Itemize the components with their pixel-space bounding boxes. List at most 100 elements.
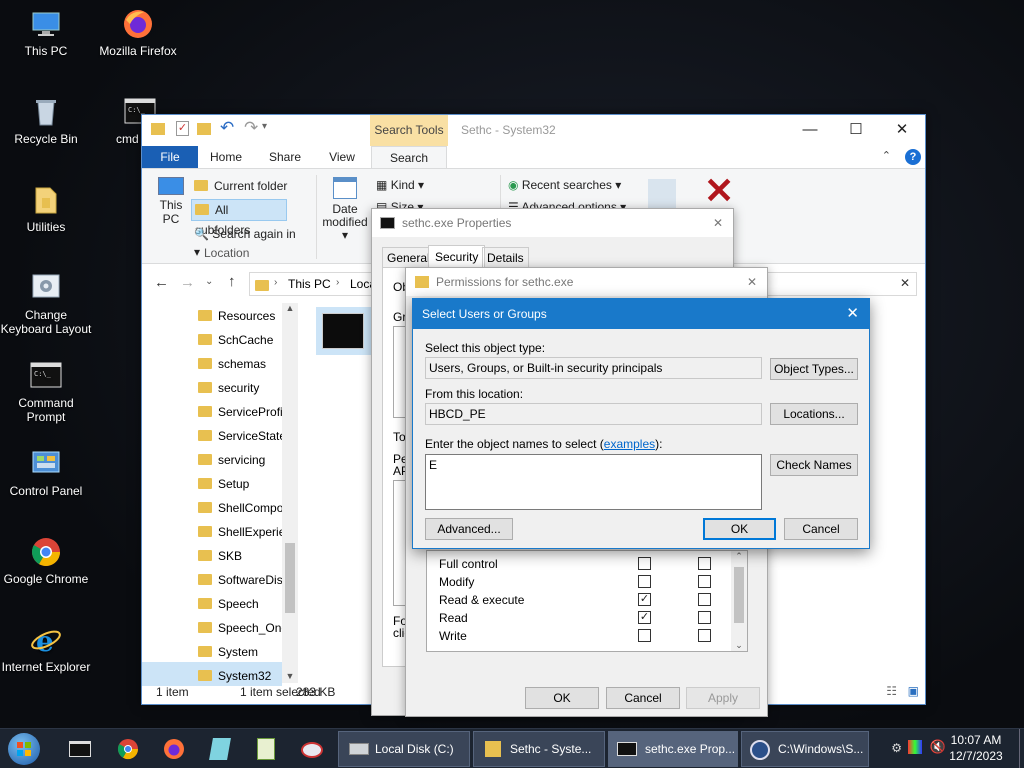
scrollbar-thumb[interactable] — [285, 543, 295, 613]
maximize-icon[interactable]: ☐ — [833, 115, 879, 145]
recent-searches-button[interactable]: ◉ Recent searches ▾ — [508, 178, 621, 192]
tab-file[interactable]: File — [142, 146, 198, 168]
desktop-icon-internet-explorer[interactable]: e Internet Explorer — [0, 624, 92, 674]
close-icon[interactable]: ✕ — [747, 268, 757, 296]
nav-item[interactable]: System — [198, 640, 282, 664]
undo-icon[interactable]: ↶ — [220, 118, 234, 138]
cancel-button[interactable]: Cancel — [784, 518, 858, 540]
quick-access-dropdown-icon[interactable]: ▾ — [262, 121, 267, 132]
up-arrow-icon[interactable]: ↑ — [228, 273, 236, 290]
breadcrumb-this-pc[interactable]: This PC — [288, 277, 331, 291]
nav-item[interactable]: servicing — [198, 448, 282, 472]
taskbar-notepad-pin[interactable] — [246, 733, 286, 765]
tab-home[interactable]: Home — [198, 146, 254, 168]
ok-button[interactable]: OK — [703, 518, 776, 540]
nav-scrollbar[interactable]: ▲ ▼ — [282, 303, 298, 683]
minimize-icon[interactable]: — — [787, 115, 833, 145]
redo-icon[interactable]: ↷ — [244, 118, 258, 138]
nav-item[interactable]: Setup — [198, 472, 282, 496]
close-icon[interactable]: ✕ — [713, 209, 723, 237]
permissions-ok-button[interactable]: OK — [525, 687, 599, 709]
tab-share[interactable]: Share — [256, 146, 314, 168]
allow-checkbox[interactable]: ✓ — [638, 611, 651, 624]
forward-arrow-icon[interactable]: → — [180, 274, 195, 291]
advanced-button[interactable]: Advanced... — [425, 518, 513, 540]
taskbar-notes-pin[interactable] — [200, 733, 240, 765]
deny-checkbox[interactable] — [698, 629, 711, 642]
tab-view[interactable]: View — [314, 146, 370, 168]
clear-search-icon[interactable]: ✕ — [900, 276, 910, 290]
object-types-button[interactable]: Object Types... — [770, 358, 858, 380]
allow-checkbox[interactable] — [638, 629, 651, 642]
taskbar-task-local-disk[interactable]: Local Disk (C:) — [338, 731, 470, 767]
allow-checkbox[interactable] — [638, 575, 651, 588]
scroll-down-icon[interactable]: ⌄ — [731, 640, 747, 651]
nav-item[interactable]: ServiceState — [198, 424, 282, 448]
properties-quick-icon[interactable]: ✓ — [176, 121, 189, 136]
help-icon[interactable]: ? — [905, 149, 921, 165]
permissions-apply-button[interactable]: Apply — [686, 687, 760, 709]
all-subfolders-button[interactable]: All subfolders — [191, 199, 287, 237]
nav-item[interactable]: Speech — [198, 592, 282, 616]
tab-security[interactable]: Security — [428, 245, 486, 267]
large-icons-view-icon[interactable]: ▣ — [908, 684, 919, 698]
deny-checkbox[interactable] — [698, 593, 711, 606]
nav-item[interactable]: ShellExperie — [198, 520, 282, 544]
nav-item[interactable]: ShellCompo — [198, 496, 282, 520]
taskbar-task-windows-s[interactable]: C:\Windows\S... — [741, 731, 869, 767]
desktop-icon-keyboard-layout[interactable]: Change Keyboard Layout — [0, 272, 92, 336]
nav-item[interactable]: Resources — [198, 304, 282, 328]
deny-checkbox[interactable] — [698, 557, 711, 570]
network-icon[interactable]: ⚙ — [891, 741, 902, 755]
taskbar-task-properties[interactable]: sethc.exe Prop... — [608, 731, 738, 767]
desktop-icon-this-pc[interactable]: This PC — [0, 8, 92, 58]
examples-link[interactable]: examples — [604, 437, 655, 451]
back-arrow-icon[interactable]: ← — [154, 274, 169, 291]
new-folder-quick-icon[interactable] — [197, 123, 211, 135]
tab-search[interactable]: Search — [371, 146, 447, 169]
nav-item[interactable]: security — [198, 376, 282, 400]
file-item-sethc[interactable] — [316, 307, 372, 355]
desktop-icon-chrome[interactable]: Google Chrome — [0, 536, 92, 586]
desktop-icon-command-prompt[interactable]: C:\_ Command Prompt — [0, 360, 92, 424]
desktop-icon-firefox[interactable]: Mozilla Firefox — [92, 8, 184, 58]
deny-checkbox[interactable] — [698, 611, 711, 624]
nav-item[interactable]: SoftwareDis — [198, 568, 282, 592]
close-icon[interactable]: ✕ — [846, 299, 859, 329]
tab-details[interactable]: Details — [482, 247, 529, 267]
nav-item[interactable]: schemas — [198, 352, 282, 376]
scroll-up-icon[interactable]: ⌃ — [731, 551, 747, 562]
search-box[interactable]: ✕ — [762, 272, 917, 296]
desktop-icon-recycle-bin[interactable]: Recycle Bin — [0, 96, 92, 146]
collapse-ribbon-icon[interactable]: ⌃ — [882, 149, 891, 162]
allow-checkbox[interactable] — [638, 557, 651, 570]
close-search-icon[interactable]: ✕ — [704, 171, 734, 211]
kind-button[interactable]: ▦ Kind ▾ — [376, 178, 424, 192]
check-names-button[interactable]: Check Names — [770, 454, 858, 476]
date-modified-button[interactable]: Date modified ▾ — [322, 177, 368, 242]
taskbar-paint-pin[interactable] — [292, 733, 332, 765]
taskbar-cmd-pin[interactable] — [60, 733, 100, 765]
taskbar-chrome-pin[interactable] — [108, 733, 148, 765]
scroll-up-icon[interactable]: ▲ — [282, 303, 298, 313]
object-names-input[interactable]: E — [425, 454, 762, 510]
allow-checkbox[interactable]: ✓ — [638, 593, 651, 606]
breadcrumb-chevron-icon[interactable]: › — [336, 277, 339, 288]
start-button[interactable] — [8, 733, 40, 765]
current-folder-button[interactable]: Current folder — [194, 177, 290, 195]
details-view-icon[interactable]: ☷ — [886, 684, 897, 698]
tab-general[interactable]: General — [382, 247, 435, 267]
nav-item[interactable]: Speech_One — [198, 616, 282, 640]
desktop-icon-control-panel[interactable]: Control Panel — [0, 448, 92, 498]
scroll-down-icon[interactable]: ▼ — [282, 671, 298, 681]
desktop-icon-utilities[interactable]: Utilities — [0, 184, 92, 234]
this-pc-button[interactable]: This PC — [154, 177, 188, 226]
recent-locations-icon[interactable]: ⌄ — [205, 276, 213, 287]
desktop-icon-cmd[interactable]: C:\_ cmd — [92, 96, 156, 146]
clock-time[interactable]: 10:07 AM — [946, 733, 1006, 747]
permissions-cancel-button[interactable]: Cancel — [606, 687, 680, 709]
display-icon[interactable] — [908, 740, 922, 754]
locations-button[interactable]: Locations... — [770, 403, 858, 425]
breadcrumb-chevron-icon[interactable]: › — [274, 277, 277, 288]
taskbar-task-explorer[interactable]: Sethc - Syste... — [473, 731, 605, 767]
